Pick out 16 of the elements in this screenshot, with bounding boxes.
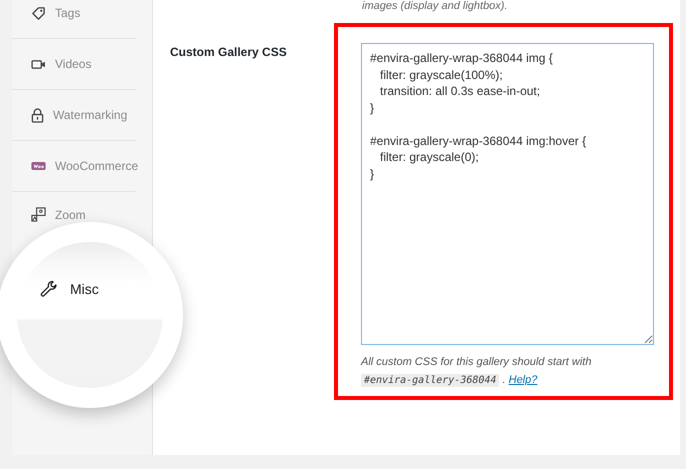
wrench-icon	[40, 280, 58, 298]
tag-icon	[31, 6, 46, 20]
field-note: images (display and lightbox).	[362, 0, 509, 12]
field-label: Custom Gallery CSS	[170, 44, 288, 61]
field-description: All custom CSS for this gallery should start with #envira-gallery-368044 . Help?	[361, 355, 592, 389]
woo-badge-icon	[31, 162, 46, 170]
help-link[interactable]: Help?	[508, 374, 538, 386]
image-zoom-icon	[31, 207, 46, 222]
sidebar-item[interactable]: Zoom	[12, 192, 136, 222]
sidebar-item[interactable]: Videos	[12, 39, 136, 90]
lock-icon	[31, 108, 44, 122]
video-camera-icon	[31, 58, 46, 70]
css-field[interactable]: #envira-gallery-wrap-368044 img { filter: grayscale(100%); transition: all 0.3s ease-in-out; } #envira-gallery-wrap-368044 img:hover { filter: grayscale(0); }	[361, 43, 654, 345]
sidebar-item[interactable]: WooCommerce	[12, 141, 136, 192]
sidebar-item[interactable]: Tags	[12, 0, 136, 39]
sidebar-item[interactable]: Watermarking	[12, 90, 136, 141]
